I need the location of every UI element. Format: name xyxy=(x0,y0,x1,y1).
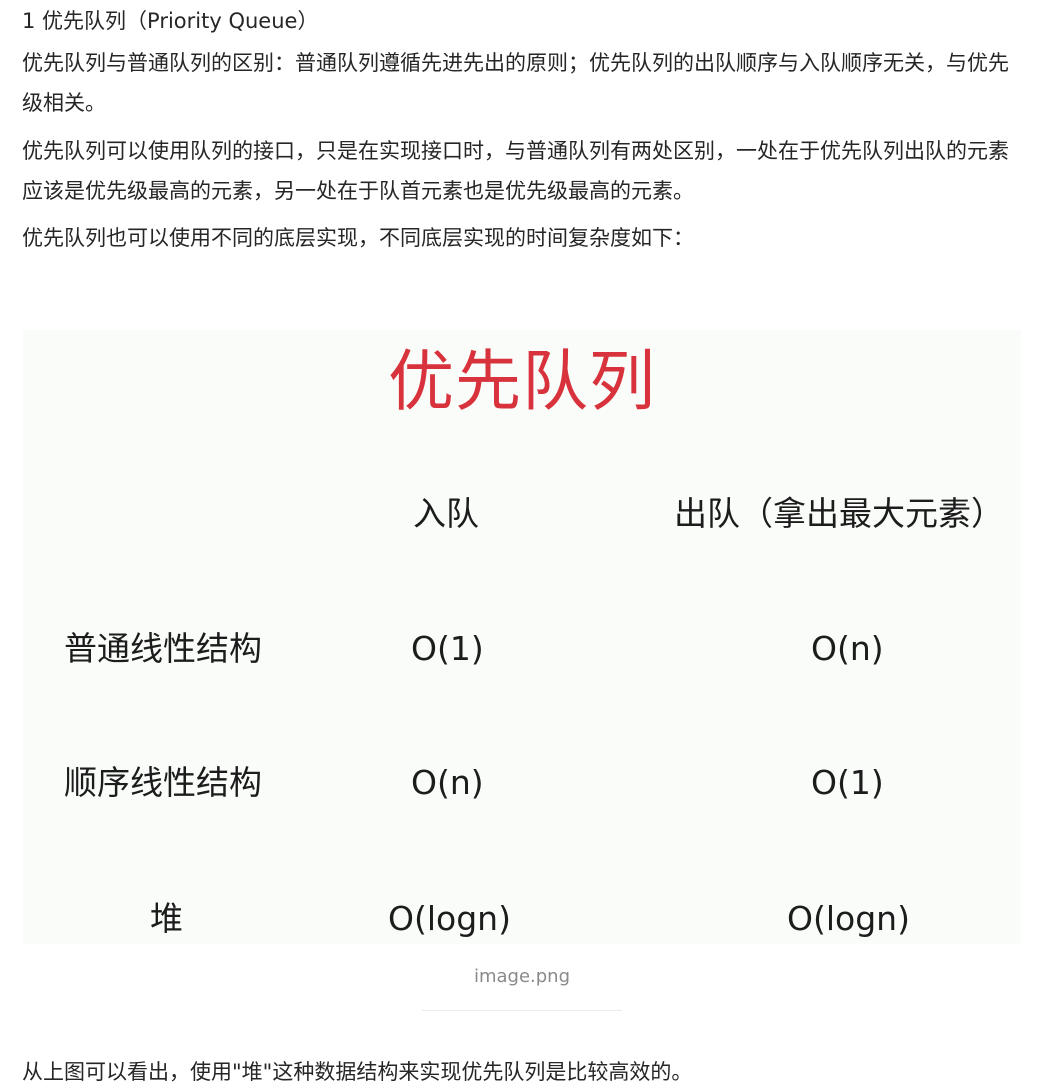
cell-linked-dequeue: O(n) xyxy=(811,629,884,668)
cell-sequential-enqueue: O(n) xyxy=(411,763,484,802)
section-heading: 1 优先队列（Priority Queue） xyxy=(22,9,319,33)
paragraph-interface: 优先队列可以使用队列的接口，只是在实现接口时，与普通队列有两处区别，一处在于优先… xyxy=(22,139,1009,203)
paragraph-implementations: 优先队列也可以使用不同的底层实现，不同底层实现的时间复杂度如下： xyxy=(22,226,694,250)
paragraph-conclusion: 从上图可以看出，使用"堆"这种数据结构来实现优先队列是比较高效的。 xyxy=(22,1060,693,1084)
cell-linked-enqueue: O(1) xyxy=(411,629,484,668)
paragraph-difference: 优先队列与普通队列的区别：普通队列遵循先进先出的原则；优先队列的出队顺序与入队顺… xyxy=(22,51,1009,115)
complexity-table-image: 优先队列 入队 出队（拿出最大元素） 普通线性结构 O(1) O(n) 顺序线性… xyxy=(23,330,1021,944)
cell-heap-dequeue: O(logn) xyxy=(787,899,910,938)
row-label-linked-linear: 普通线性结构 xyxy=(64,629,262,668)
cell-heap-enqueue: O(logn) xyxy=(388,899,511,938)
row-label-sequential-linear: 顺序线性结构 xyxy=(64,763,262,802)
caption-divider xyxy=(422,1010,622,1011)
row-label-heap: 堆 xyxy=(150,899,183,938)
figure-title: 优先队列 xyxy=(388,343,656,420)
column-header-enqueue: 入队 xyxy=(413,494,479,533)
image-caption: image.png xyxy=(473,966,571,987)
cell-sequential-dequeue: O(1) xyxy=(811,763,884,802)
column-header-dequeue: 出队（拿出最大元素） xyxy=(674,494,1004,533)
